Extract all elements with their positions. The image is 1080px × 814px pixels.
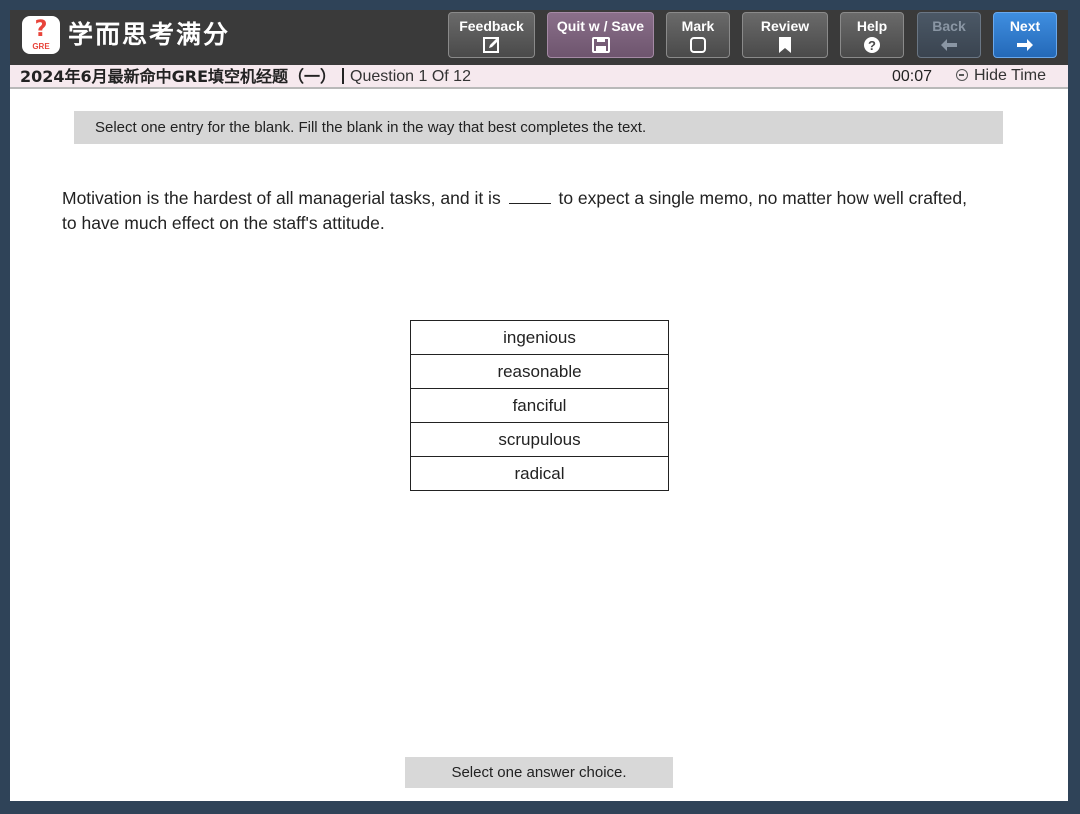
save-icon [591,37,610,53]
answer-choice[interactable]: radical [411,457,668,491]
arrow-right-icon [1017,39,1033,51]
status-bar: 2024年6月最新命中GRE填空机经题（一） Question 1 Of 12 … [10,65,1068,89]
answer-blank [508,189,551,204]
review-button-label: Review [760,18,810,34]
help-button[interactable]: Help ? [840,12,904,58]
mark-button[interactable]: Mark [666,12,730,58]
checkbox-icon [690,37,706,53]
top-toolbar: ? GRE 学而思考满分 Feedback Quit w / Save Mark… [10,10,1068,65]
app-logo: ? GRE [22,16,60,54]
hide-time-toggle[interactable]: Hide Time [956,67,1046,85]
back-button[interactable]: Back [917,12,981,58]
question-text: Motivation is the hardest of all manager… [62,186,982,236]
question-panel: Select one entry for the blank. Fill the… [10,89,1068,801]
timer: 00:07 [892,68,933,85]
question-counter: Question 1 Of 12 [350,68,471,85]
minus-circle-icon [956,69,968,81]
answer-choice[interactable]: fanciful [411,389,668,423]
hide-time-label: Hide Time [974,67,1047,84]
answer-choice[interactable]: reasonable [411,355,668,389]
exam-title: 2024年6月最新命中GRE填空机经题（一） [20,67,337,86]
bookmark-icon [779,37,791,53]
logo-sub-text: GRE [32,42,50,51]
quit-save-button[interactable]: Quit w / Save [547,12,654,58]
mark-button-label: Mark [681,18,715,34]
answer-choices: ingenious reasonable fanciful scrupulous… [410,320,669,491]
selection-hint: Select one answer choice. [405,757,673,788]
answer-choice[interactable]: scrupulous [411,423,668,457]
brand-name: 学而思考满分 [68,20,231,49]
svg-text:?: ? [868,38,876,53]
help-icon: ? [864,37,880,53]
quit-save-button-label: Quit w / Save [556,18,645,34]
feedback-button-label: Feedback [459,18,524,34]
logo-mark: ? [34,17,48,42]
feedback-button[interactable]: Feedback [448,12,535,58]
instruction-banner: Select one entry for the blank. Fill the… [74,111,1003,144]
back-button-label: Back [932,18,966,34]
status-divider [342,68,344,84]
next-button[interactable]: Next [993,12,1057,58]
next-button-label: Next [1009,18,1041,34]
help-button-label: Help [856,18,888,34]
arrow-left-icon [941,39,957,51]
review-button[interactable]: Review [742,12,828,58]
answer-choice[interactable]: ingenious [411,321,668,355]
question-text-before: Motivation is the hardest of all manager… [62,188,501,208]
edit-icon [482,37,499,53]
